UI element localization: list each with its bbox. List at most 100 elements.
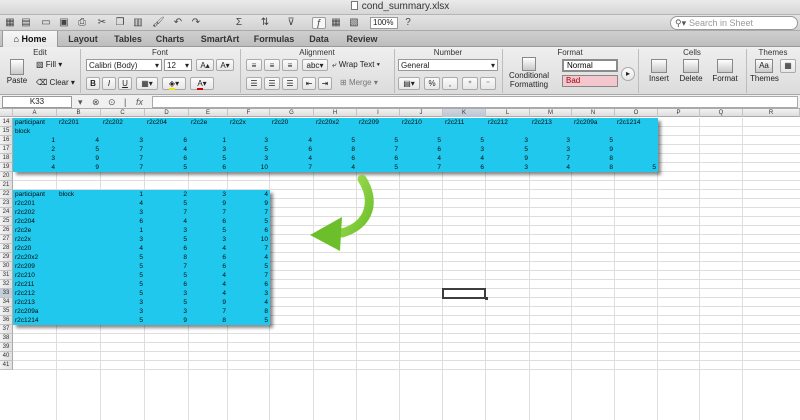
cell-participant-id[interactable]: 3 (13, 154, 57, 163)
cell-value[interactable]: 3 (486, 136, 530, 145)
row-header-17[interactable]: 17 (0, 145, 13, 154)
print-icon[interactable]: ⎙ (76, 17, 88, 29)
help-icon[interactable]: ? (402, 17, 414, 29)
cell-value[interactable]: 6 (228, 280, 270, 289)
cell-value[interactable]: 3 (486, 163, 530, 172)
number-format-select[interactable]: General ▾ (398, 59, 498, 71)
cell-value[interactable]: 3 (228, 289, 270, 298)
cell-value[interactable]: 5 (228, 217, 270, 226)
cell-column-label[interactable]: r2c202 (101, 118, 145, 127)
column-header-b[interactable]: B (57, 109, 101, 117)
cell-value[interactable]: 5 (228, 145, 270, 154)
cell-column-label[interactable]: r2c212 (486, 118, 530, 127)
row-header-27[interactable]: 27 (0, 235, 13, 244)
column-header-m[interactable]: M (530, 109, 572, 117)
cell-header[interactable]: block (57, 190, 101, 199)
cell-value[interactable]: 5 (400, 136, 443, 145)
tab-charts[interactable]: Charts (150, 31, 190, 47)
row-header-41[interactable]: 41 (0, 361, 13, 370)
cell-value[interactable]: 4 (228, 298, 270, 307)
cancel-entry-icon[interactable]: ⊗ (92, 96, 100, 108)
cell-value[interactable]: 7 (101, 145, 145, 154)
cell-value[interactable]: 3 (228, 154, 270, 163)
tab-home[interactable]: ⌂ Home (2, 31, 58, 47)
row-header-26[interactable]: 26 (0, 226, 13, 235)
cell-value[interactable]: 5 (572, 136, 615, 145)
cell-value[interactable]: 3 (228, 136, 270, 145)
cell-value[interactable]: 9 (57, 154, 101, 163)
cell-value[interactable]: 3 (101, 136, 145, 145)
cut-icon[interactable]: ✂ (96, 17, 108, 29)
row-header-32[interactable]: 32 (0, 280, 13, 289)
cell-value[interactable]: 5 (443, 136, 486, 145)
font-color-button[interactable]: A▾ (190, 77, 214, 90)
cell-participant-id[interactable]: 1 (13, 136, 57, 145)
open-folder-icon[interactable]: ▭ (40, 17, 52, 29)
column-header-g[interactable]: G (270, 109, 314, 117)
merge-button[interactable]: ⊞ Merge ▾ (340, 77, 390, 90)
cell-condition-name[interactable]: r2c213 (13, 298, 57, 307)
cell-value[interactable]: 4 (145, 217, 189, 226)
cell-header[interactable]: 4 (228, 190, 270, 199)
sort-icon[interactable]: ⇅ (258, 17, 272, 29)
cell-value[interactable]: 6 (145, 244, 189, 253)
cell-value[interactable]: 3 (145, 307, 189, 316)
search-sheet-input[interactable]: ⚲▾ Search in Sheet (670, 16, 798, 30)
cell-value[interactable]: 6 (400, 145, 443, 154)
align-bottom-button[interactable]: ≡ (282, 59, 298, 71)
cell-value[interactable]: 9 (228, 199, 270, 208)
cell-value[interactable]: 9 (189, 298, 228, 307)
row-header-38[interactable]: 38 (0, 334, 13, 343)
cell-value[interactable]: 4 (270, 136, 314, 145)
cell-value[interactable]: 1 (189, 136, 228, 145)
cell-value[interactable]: 5 (228, 262, 270, 271)
cell-condition-name[interactable]: r2c212 (13, 289, 57, 298)
cell-column-label[interactable]: r2c211 (443, 118, 486, 127)
template-gallery-icon[interactable]: ▤ (20, 17, 32, 29)
paste-icon[interactable]: ▥ (132, 17, 144, 29)
cell-column-label[interactable]: r2c210 (400, 118, 443, 127)
cell-value[interactable]: 5 (101, 262, 145, 271)
cell-participant-id[interactable]: 2 (13, 145, 57, 154)
italic-button[interactable]: I (102, 77, 116, 90)
autosum-icon[interactable]: Σ (232, 17, 246, 29)
tab-formulas[interactable]: Formulas (248, 31, 300, 47)
font-name-select[interactable]: Calibri (Body) ▾ (86, 59, 162, 71)
cell-value[interactable]: 9 (486, 154, 530, 163)
tab-smartart[interactable]: SmartArt (194, 31, 246, 47)
cell-value[interactable]: 4 (270, 154, 314, 163)
decrease-decimal-button[interactable]: ⁻ (480, 77, 496, 90)
column-header-e[interactable]: E (189, 109, 228, 117)
align-left-button[interactable]: ☰ (246, 77, 262, 90)
format-cells-button[interactable]: Format (708, 59, 742, 93)
tab-tables[interactable]: Tables (108, 31, 148, 47)
cell-value[interactable]: 5 (357, 163, 400, 172)
row-header-15[interactable]: 15 (0, 127, 13, 136)
cell-value[interactable]: 5 (228, 316, 270, 325)
cell-column-label[interactable]: r2c2e (189, 118, 228, 127)
row-header-20[interactable]: 20 (0, 172, 13, 181)
clear-button[interactable]: ⌫ Clear ▾ (36, 77, 78, 89)
cell-condition-name[interactable]: r2c211 (13, 280, 57, 289)
row-header-29[interactable]: 29 (0, 253, 13, 262)
cell-value[interactable]: 5 (145, 298, 189, 307)
cell-value[interactable]: 4 (228, 253, 270, 262)
cell-value[interactable]: 7 (189, 208, 228, 217)
row-header-36[interactable]: 36 (0, 316, 13, 325)
formula-input[interactable] (152, 96, 798, 108)
cell-header[interactable]: 3 (189, 190, 228, 199)
cell-value[interactable]: 5 (101, 253, 145, 262)
wrap-text-button[interactable]: ⤶ Wrap Text ▾ (332, 59, 392, 71)
cell-value[interactable]: 10 (228, 235, 270, 244)
cell-value[interactable]: 4 (145, 145, 189, 154)
row-header-22[interactable]: 22 (0, 190, 13, 199)
row-header-39[interactable]: 39 (0, 343, 13, 352)
delete-cells-button[interactable]: Delete (676, 59, 706, 93)
cell-value[interactable]: 5 (145, 271, 189, 280)
cell-value[interactable]: 4 (314, 163, 357, 172)
column-header-p[interactable]: P (658, 109, 700, 117)
cell-value[interactable]: 6 (145, 136, 189, 145)
row-header-21[interactable]: 21 (0, 181, 13, 190)
cell-value[interactable]: 9 (57, 163, 101, 172)
cell-value[interactable]: 6 (145, 280, 189, 289)
